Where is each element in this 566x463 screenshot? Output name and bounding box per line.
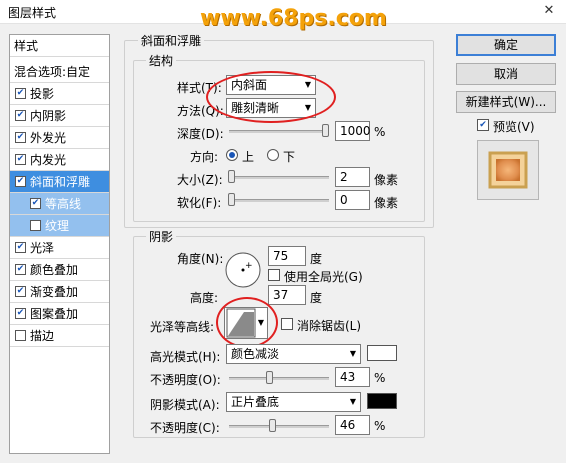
antialias-checkbox[interactable]: [281, 318, 293, 330]
checkbox[interactable]: [30, 220, 41, 231]
highlight-opacity-input[interactable]: 43: [335, 367, 370, 387]
list-item-color-overlay[interactable]: ✔ 颜色叠加: [10, 259, 109, 281]
preview-checkbox[interactable]: ✔: [477, 119, 489, 131]
depth-input[interactable]: 1000: [335, 121, 371, 141]
preview-thumbnail-icon: [488, 151, 528, 189]
checkbox[interactable]: ✔: [15, 308, 26, 319]
angle-unit: 度: [310, 252, 323, 266]
global-light-label: 使用全局光(G): [284, 270, 363, 284]
shadow-opacity-input[interactable]: 46: [335, 415, 370, 435]
window-title: 图层样式: [8, 6, 57, 20]
altitude-unit: 度: [310, 291, 323, 305]
checkbox[interactable]: ✔: [15, 176, 26, 187]
highlight-color-swatch[interactable]: [367, 345, 397, 361]
list-item-outer-glow[interactable]: ✔ 外发光: [10, 127, 109, 149]
list-item-stroke[interactable]: 描边: [10, 325, 109, 347]
new-style-button[interactable]: 新建样式(W)...: [456, 91, 556, 113]
chevron-down-icon: ▼: [349, 397, 356, 406]
direction-down-label: 下: [283, 150, 296, 164]
shadow-mode-label: 阴影模式(A):: [150, 398, 220, 412]
list-item-contour[interactable]: ✔ 等高线: [10, 193, 109, 215]
checkbox[interactable]: ✔: [15, 132, 26, 143]
list-item-gradient-overlay[interactable]: ✔ 渐变叠加: [10, 281, 109, 303]
direction-up-radio[interactable]: [226, 149, 238, 161]
direction-label: 方向:: [190, 150, 219, 164]
shadow-opacity-thumb[interactable]: [269, 419, 276, 432]
highlight-opacity-label: 不透明度(O):: [150, 373, 221, 387]
highlight-opacity-thumb[interactable]: [266, 371, 273, 384]
altitude-input[interactable]: 37: [268, 285, 306, 305]
close-button[interactable]: ✕: [538, 2, 560, 20]
soften-slider-thumb[interactable]: [228, 193, 235, 206]
style-preview: [477, 140, 539, 200]
size-slider[interactable]: [229, 176, 329, 179]
size-slider-thumb[interactable]: [228, 170, 235, 183]
highlight-circle: [206, 71, 336, 123]
style-list: 样式 混合选项:自定 ✔ 投影 ✔ 内阴影 ✔ 外发光 ✔ 内发光 ✔ 斜面和浮雕 ✔ 等高…: [9, 34, 110, 454]
depth-slider[interactable]: [229, 130, 329, 133]
soften-input[interactable]: 0: [335, 190, 370, 210]
checkbox[interactable]: ✔: [15, 286, 26, 297]
checkbox[interactable]: ✔: [15, 154, 26, 165]
style-header[interactable]: 样式: [10, 35, 109, 57]
soften-unit: 像素: [374, 196, 399, 210]
shadow-opacity-unit: %: [374, 419, 386, 433]
list-item-pattern-overlay[interactable]: ✔ 图案叠加: [10, 303, 109, 325]
structure-title: 结构: [146, 52, 177, 69]
direction-up-label: 上: [242, 150, 255, 164]
antialias-label: 消除锯齿(L): [297, 319, 362, 333]
gloss-contour-label: 光泽等高线:: [150, 320, 215, 334]
list-item-texture[interactable]: 纹理: [10, 215, 109, 237]
cancel-button[interactable]: 取消: [456, 63, 556, 85]
checkbox[interactable]: ✔: [15, 110, 26, 121]
highlight-mode-dropdown[interactable]: 颜色减淡 ▼: [226, 344, 361, 364]
highlight-mode-label: 高光模式(H):: [150, 350, 221, 364]
shadow-mode-dropdown[interactable]: 正片叠底 ▼: [226, 392, 361, 412]
depth-unit: %: [374, 125, 386, 139]
highlight-opacity-slider[interactable]: [229, 377, 329, 380]
shadow-opacity-slider[interactable]: [229, 425, 329, 428]
chevron-down-icon: ▼: [349, 349, 356, 358]
list-item-satin[interactable]: ✔ 光泽: [10, 237, 109, 259]
size-label: 大小(Z):: [177, 173, 223, 187]
checkbox[interactable]: ✔: [15, 264, 26, 275]
checkbox[interactable]: ✔: [30, 198, 41, 209]
preview-label: 预览(V): [493, 120, 535, 134]
angle-label: 角度(N):: [177, 252, 224, 266]
altitude-label: 高度:: [190, 291, 219, 305]
highlight-circle: [216, 297, 278, 348]
shadow-color-swatch[interactable]: [367, 393, 397, 409]
size-input[interactable]: 2: [335, 167, 370, 187]
checkbox[interactable]: ✔: [15, 88, 26, 99]
global-light-checkbox[interactable]: [268, 269, 280, 281]
shading-title: 阴影: [146, 228, 177, 245]
soften-slider[interactable]: [229, 199, 329, 202]
depth-label: 深度(D):: [177, 127, 224, 141]
angle-input[interactable]: 75: [268, 246, 306, 266]
checkbox[interactable]: [15, 330, 26, 341]
highlight-opacity-unit: %: [374, 371, 386, 385]
size-unit: 像素: [374, 173, 399, 187]
checkbox[interactable]: ✔: [15, 242, 26, 253]
depth-slider-thumb[interactable]: [322, 124, 329, 137]
list-item-bevel-emboss[interactable]: ✔ 斜面和浮雕: [10, 171, 109, 193]
title-bar: 图层样式 www.68ps.com ✕: [0, 0, 566, 31]
direction-down-radio[interactable]: [267, 149, 279, 161]
list-item-drop-shadow[interactable]: ✔ 投影: [10, 83, 109, 105]
list-item-inner-shadow[interactable]: ✔ 内阴影: [10, 105, 109, 127]
list-item-inner-glow[interactable]: ✔ 内发光: [10, 149, 109, 171]
ok-button[interactable]: 确定: [456, 34, 556, 56]
angle-dial[interactable]: +: [224, 251, 262, 289]
blend-options-item[interactable]: 混合选项:自定: [10, 61, 109, 83]
svg-text:+: +: [245, 261, 253, 271]
watermark: www.68ps.com: [200, 6, 387, 31]
soften-label: 软化(F):: [177, 196, 222, 210]
shadow-opacity-label: 不透明度(C):: [150, 421, 220, 435]
bevel-group-title: 斜面和浮雕: [138, 32, 205, 49]
